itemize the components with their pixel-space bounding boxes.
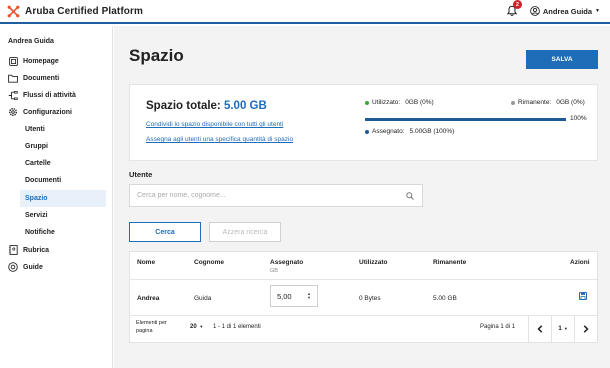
top-bar: Aruba Certified Platform 2 Andrea Guida … xyxy=(0,0,610,24)
page-size-value: 20 xyxy=(190,324,197,330)
sidebar-subitem-utenti[interactable]: Utenti xyxy=(20,121,106,138)
notification-count-badge: 2 xyxy=(512,0,522,9)
used-stat: Utilizzato: 0GB (0%) xyxy=(365,99,434,106)
current-page-value: 1 xyxy=(558,325,562,332)
cell-nome: Andrea xyxy=(137,295,160,302)
remaining-value: 0GB (0%) xyxy=(556,99,585,106)
sidebar-item-label: Flussi di attività xyxy=(23,91,76,99)
user-search-label: Utente xyxy=(129,170,153,179)
used-dot-icon xyxy=(365,100,369,105)
sidebar-subitem-spazio[interactable]: Spazio xyxy=(20,190,106,207)
page-title: Spazio xyxy=(129,46,184,65)
space-progress-bar xyxy=(365,118,566,121)
app-title: Aruba Certified Platform xyxy=(25,5,143,17)
users-space-table: Nome Cognome Assegnato GB Utilizzato Rim… xyxy=(129,251,598,343)
chevron-down-icon: ▼ xyxy=(595,8,600,14)
assigned-quantity-value: 5,00 xyxy=(277,291,292,301)
reset-search-button[interactable]: Azzera ricerca xyxy=(209,222,281,242)
sidebar-item-configurazioni[interactable]: Configurazioni xyxy=(0,104,112,120)
column-header-assegnato: Assegnato xyxy=(270,259,304,266)
address-book-icon xyxy=(8,245,18,255)
search-button[interactable]: Cerca xyxy=(129,222,201,242)
share-space-link[interactable]: Condividi lo spazio disponibile con tutt… xyxy=(146,121,283,128)
save-row-icon[interactable] xyxy=(579,292,587,302)
sidebar-item-guide[interactable]: Guide xyxy=(0,259,112,275)
sidebar-item-rubrica[interactable]: Rubrica xyxy=(0,242,112,258)
save-button[interactable]: SALVA xyxy=(526,50,598,69)
space-progress-fill xyxy=(365,118,566,121)
user-avatar-icon xyxy=(530,6,540,16)
progress-percent: 100% xyxy=(570,115,587,122)
sidebar-item-homepage[interactable]: Homepage xyxy=(0,53,112,69)
items-range: 1 - 1 di 1 elementi xyxy=(213,324,261,330)
cell-rimanente: 5.00 GB xyxy=(433,295,457,302)
column-header-azioni: Azioni xyxy=(570,259,590,266)
column-header-cognome: Cognome xyxy=(194,259,224,266)
chevron-left-icon xyxy=(537,324,543,333)
remaining-dot-icon xyxy=(511,100,515,105)
total-space-label: Spazio totale: xyxy=(146,100,221,112)
page-size-select[interactable]: 20 ▼ xyxy=(190,324,203,330)
sidebar-item-label: Rubrica xyxy=(23,246,50,254)
assigned-stat: Assegnato: 5.00GB (100%) xyxy=(365,128,454,135)
sidebar-subitem-gruppi[interactable]: Gruppi xyxy=(20,138,106,155)
search-icon[interactable] xyxy=(406,192,414,202)
sidebar-subitem-documenti[interactable]: Documenti xyxy=(20,172,106,189)
chevron-right-icon xyxy=(583,324,589,333)
main-content: Spazio SALVA Spazio totale: 5.00 GB Cond… xyxy=(114,26,610,368)
aruba-logo[interactable]: Aruba Certified Platform xyxy=(7,5,143,18)
sidebar-item-label: Guide xyxy=(23,263,43,271)
assigned-dot-icon xyxy=(365,129,369,134)
sidebar-item-documenti[interactable]: Documenti xyxy=(0,70,112,86)
cell-utilizzato: 0 Bytes xyxy=(359,295,381,302)
notifications-button[interactable]: 2 xyxy=(506,0,522,17)
cell-cognome: Guida xyxy=(194,295,212,302)
sidebar-item-label: Configurazioni xyxy=(23,108,72,116)
sidebar-item-label: Documenti xyxy=(23,74,60,82)
chevron-down-icon: ▼ xyxy=(563,326,568,331)
total-space-value: 5.00 GB xyxy=(223,100,267,112)
chevron-down-icon: ▼ xyxy=(199,324,204,329)
assigned-value: 5.00GB (100%) xyxy=(409,128,455,135)
remaining-stat: Rimanente: 0GB (0%) xyxy=(511,99,585,106)
gear-icon xyxy=(8,107,18,117)
column-header-rimanente: Rimanente xyxy=(433,259,467,266)
user-name: Andrea Guida xyxy=(542,6,593,16)
sidebar-subitem-servizi[interactable]: Servizi xyxy=(20,207,106,224)
pagination-bar: Elementi per pagina 20 ▼ 1 - 1 di 1 elem… xyxy=(130,315,597,342)
total-space: Spazio totale: 5.00 GB xyxy=(146,100,267,112)
next-page-button[interactable] xyxy=(574,315,597,342)
assign-space-link[interactable]: Assegna agli utenti una specifica quanti… xyxy=(146,136,293,143)
sidebar-user-name: Andrea Guida xyxy=(8,38,54,45)
current-page-select[interactable]: 1 ▼ xyxy=(551,315,574,342)
assigned-quantity-stepper[interactable]: 5,00 ▲ ▼ xyxy=(270,285,318,307)
column-header-nome: Nome xyxy=(137,259,156,266)
used-label: Utilizzato: xyxy=(372,99,401,106)
home-icon xyxy=(8,56,18,66)
space-summary-card: Spazio totale: 5.00 GB Condividi lo spaz… xyxy=(129,84,598,161)
user-menu[interactable]: Andrea Guida ▼ xyxy=(530,6,600,16)
stepper-arrows-icon[interactable]: ▲ ▼ xyxy=(307,292,311,300)
sidebar-item-label: Homepage xyxy=(23,57,59,65)
page-info: Pagina 1 di 1 xyxy=(480,324,516,330)
assigned-label: Assegnato: xyxy=(372,128,405,135)
sidebar-subitem-cartelle[interactable]: Cartelle xyxy=(20,155,106,172)
folder-icon xyxy=(8,73,18,83)
sidebar-item-flussi[interactable]: Flussi di attività xyxy=(0,87,112,103)
flow-icon xyxy=(8,90,18,100)
user-search-input[interactable] xyxy=(137,192,397,199)
used-value: 0GB (0%) xyxy=(405,99,434,106)
sidebar-subitem-notifiche[interactable]: Notifiche xyxy=(20,224,106,241)
header-divider xyxy=(130,279,597,280)
column-header-assegnato-unit: GB xyxy=(270,268,278,274)
help-icon xyxy=(8,262,18,272)
sidebar: Andrea Guida Homepage Documenti Flussi d… xyxy=(0,26,113,368)
aruba-logo-icon xyxy=(7,5,20,17)
previous-page-button[interactable] xyxy=(528,315,551,342)
remaining-label: Rimanente: xyxy=(518,99,552,106)
page-size-label: Elementi per pagina xyxy=(136,320,167,334)
column-header-utilizzato: Utilizzato xyxy=(359,259,388,266)
user-search-box xyxy=(129,184,423,207)
